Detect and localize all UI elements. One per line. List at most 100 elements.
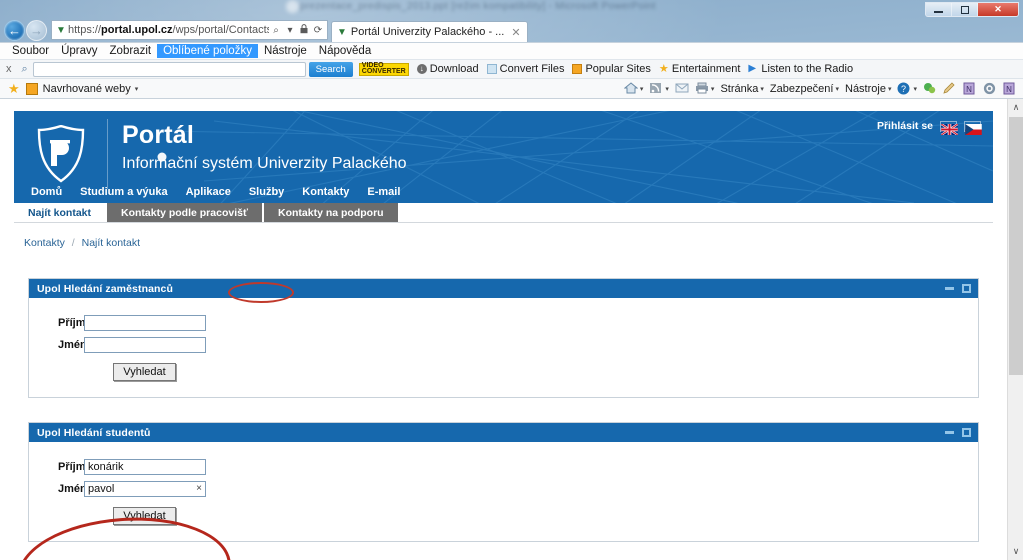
play-icon: ▶ (748, 63, 757, 74)
menu-item-zobrazit[interactable]: Zobrazit (104, 44, 158, 58)
browser-tab[interactable]: ▼ Portál Univerzity Palackého - ... ✕ (331, 21, 528, 42)
nav-item-aplikace[interactable]: Aplikace (177, 184, 240, 200)
label-prijmeni: Příjmení (58, 461, 102, 473)
command-messenger[interactable] (921, 82, 939, 95)
menu-item-soubor[interactable]: Soubor (6, 44, 55, 58)
address-bar[interactable]: ▼ https://portal.upol.cz/wps/portal/Cont… (51, 20, 328, 40)
portlet-minimize-icon[interactable] (945, 431, 954, 434)
nav-item-sluzby[interactable]: Služby (240, 184, 293, 200)
maximize-button[interactable] (952, 3, 978, 16)
nav-item-domu[interactable]: Domů (22, 184, 71, 200)
login-link[interactable]: Přihlásit se (877, 120, 933, 132)
back-button[interactable]: ← (4, 19, 25, 41)
tab-najit-kontakt[interactable]: Najít kontakt (14, 203, 106, 222)
chevron-down-icon[interactable]: ▾ (135, 85, 139, 93)
search-button-students[interactable]: Vyhledat (113, 507, 176, 525)
toolbar-close-icon[interactable]: x (6, 63, 12, 75)
portlet-header: Upol Hledání studentů (29, 423, 978, 442)
command-help[interactable]: ? ▾ (895, 82, 919, 95)
chevron-down-icon[interactable]: ▾ (913, 85, 917, 93)
chevron-down-icon[interactable]: ▾ (888, 85, 892, 93)
portal-tabs: Najít kontakt Kontakty podle pracovišť K… (14, 203, 993, 222)
nav-item-studium-a-vyuka[interactable]: Studium a výuka (71, 184, 176, 200)
command-mail[interactable] (673, 82, 691, 95)
toolbar-link-radio[interactable]: ▶ Listen to the Radio (748, 63, 853, 75)
toolbar-link-download[interactable]: ↓ Download (416, 63, 479, 75)
page-scrollbar[interactable]: ∧ ∨ (1007, 99, 1023, 560)
czech-flag[interactable] (964, 120, 982, 135)
feeds-icon (649, 82, 663, 95)
menu-item-nastroje[interactable]: Nástroje (258, 44, 313, 58)
minimize-button[interactable] (926, 3, 952, 16)
breadcrumb-item-kontakty[interactable]: Kontakty (24, 237, 65, 249)
video-converter-logo[interactable]: VIDEO CONVERTER (358, 62, 409, 76)
input-prijmeni-students[interactable]: konárik (84, 459, 206, 475)
chevron-down-icon[interactable]: ▾ (760, 85, 764, 93)
tab-kontakty-na-podporu[interactable]: Kontakty na podporu (264, 203, 398, 222)
close-button[interactable]: ✕ (978, 3, 1018, 16)
toolbar-link-popular-sites[interactable]: Popular Sites (572, 63, 651, 75)
page-subtitle: Informační systém Univerzity Palackého (122, 155, 407, 172)
command-nastroje[interactable]: Nástroje ▾ (843, 83, 893, 95)
command-stranka[interactable]: Stránka ▾ (718, 83, 765, 95)
form-row-jmeno: Jméno (29, 337, 978, 353)
portlet-minimize-icon[interactable] (945, 287, 954, 290)
command-print[interactable]: ▾ (693, 82, 717, 95)
tab-kontakty-podle-pracovist[interactable]: Kontakty podle pracovišť (107, 203, 262, 222)
up-shield-logo (36, 124, 86, 183)
breadcrumb-item-najit-kontakt[interactable]: Najít kontakt (82, 237, 140, 249)
toolbar-link-convert-files[interactable]: Convert Files (486, 63, 564, 75)
forward-button[interactable]: → (26, 19, 47, 41)
command-pencil[interactable] (941, 82, 959, 95)
address-dropdown-icon[interactable]: ▾ (283, 25, 297, 36)
chevron-down-icon[interactable]: ▾ (711, 85, 715, 93)
scrollbar-thumb[interactable] (1009, 117, 1023, 375)
address-search-icon[interactable]: ⌕ (269, 25, 283, 36)
tabs-underline (14, 222, 993, 223)
maximize-icon (960, 5, 969, 14)
chevron-down-icon[interactable]: ▾ (640, 85, 644, 93)
command-settings[interactable] (981, 82, 999, 95)
english-flag[interactable] (940, 120, 959, 136)
toolbar-link-entertainment[interactable]: ★ Entertainment (659, 63, 740, 75)
command-feeds[interactable]: ▾ (647, 82, 671, 95)
label-jmeno: Jméno (58, 483, 94, 495)
command-home[interactable]: ▾ (622, 82, 646, 95)
favorites-item-navrhovane-weby[interactable]: Navrhované weby (43, 83, 131, 95)
window-titlebar: ✕ (0, 0, 1023, 18)
print-icon (695, 82, 709, 95)
input-jmeno-employees[interactable] (84, 337, 206, 353)
command-notes[interactable]: N (961, 82, 979, 95)
tab-close-icon[interactable]: ✕ (511, 26, 520, 39)
login-area: Přihlásit se (877, 120, 982, 136)
menu-item-upravy[interactable]: Úpravy (55, 44, 103, 58)
address-url: https://portal.upol.cz/wps/portal/Contac… (68, 24, 269, 36)
search-button-employees[interactable]: Vyhledat (113, 363, 176, 381)
portlet-maximize-icon[interactable] (962, 284, 971, 293)
refresh-button[interactable]: ⟳ (311, 25, 325, 36)
toolbar-search-button[interactable]: Search (308, 61, 353, 77)
input-prijmeni-employees[interactable] (84, 315, 206, 331)
form-row-jmeno: Jméno pavol × (29, 481, 978, 497)
input-jmeno-students[interactable]: pavol × (84, 481, 206, 497)
menu-item-napoveda[interactable]: Nápověda (313, 44, 377, 58)
svg-text:N: N (966, 85, 972, 94)
portlet-maximize-icon[interactable] (962, 428, 971, 437)
form-row-prijmeni: Příjmení konárik (29, 459, 978, 475)
command-zabezpeceni[interactable]: Zabezpečení ▾ (768, 83, 841, 95)
command-notes-2[interactable]: N (1001, 82, 1019, 95)
nav-item-kontakty[interactable]: Kontakty (293, 184, 358, 200)
menu-item-oblibene-polozky[interactable]: Oblíbené položky (157, 44, 258, 58)
suggested-sites-icon (25, 82, 38, 95)
nav-item-email[interactable]: E-mail (358, 184, 409, 200)
favorites-star-icon[interactable]: ★ (8, 81, 20, 97)
scroll-up-icon[interactable]: ∧ (1008, 99, 1023, 116)
chevron-down-icon[interactable]: ▾ (665, 85, 669, 93)
scroll-down-icon[interactable]: ∨ (1008, 543, 1023, 560)
input-prijmeni-students-value: konárik (88, 461, 124, 473)
browser-window: ✕ ← → ▼ https://portal.upol.cz/wps/porta… (0, 0, 1023, 560)
chevron-down-icon[interactable]: ▾ (835, 85, 839, 93)
toolbar-search-input[interactable] (32, 61, 306, 77)
clear-input-icon[interactable]: × (196, 482, 202, 496)
input-jmeno-students-value: pavol (88, 483, 115, 495)
